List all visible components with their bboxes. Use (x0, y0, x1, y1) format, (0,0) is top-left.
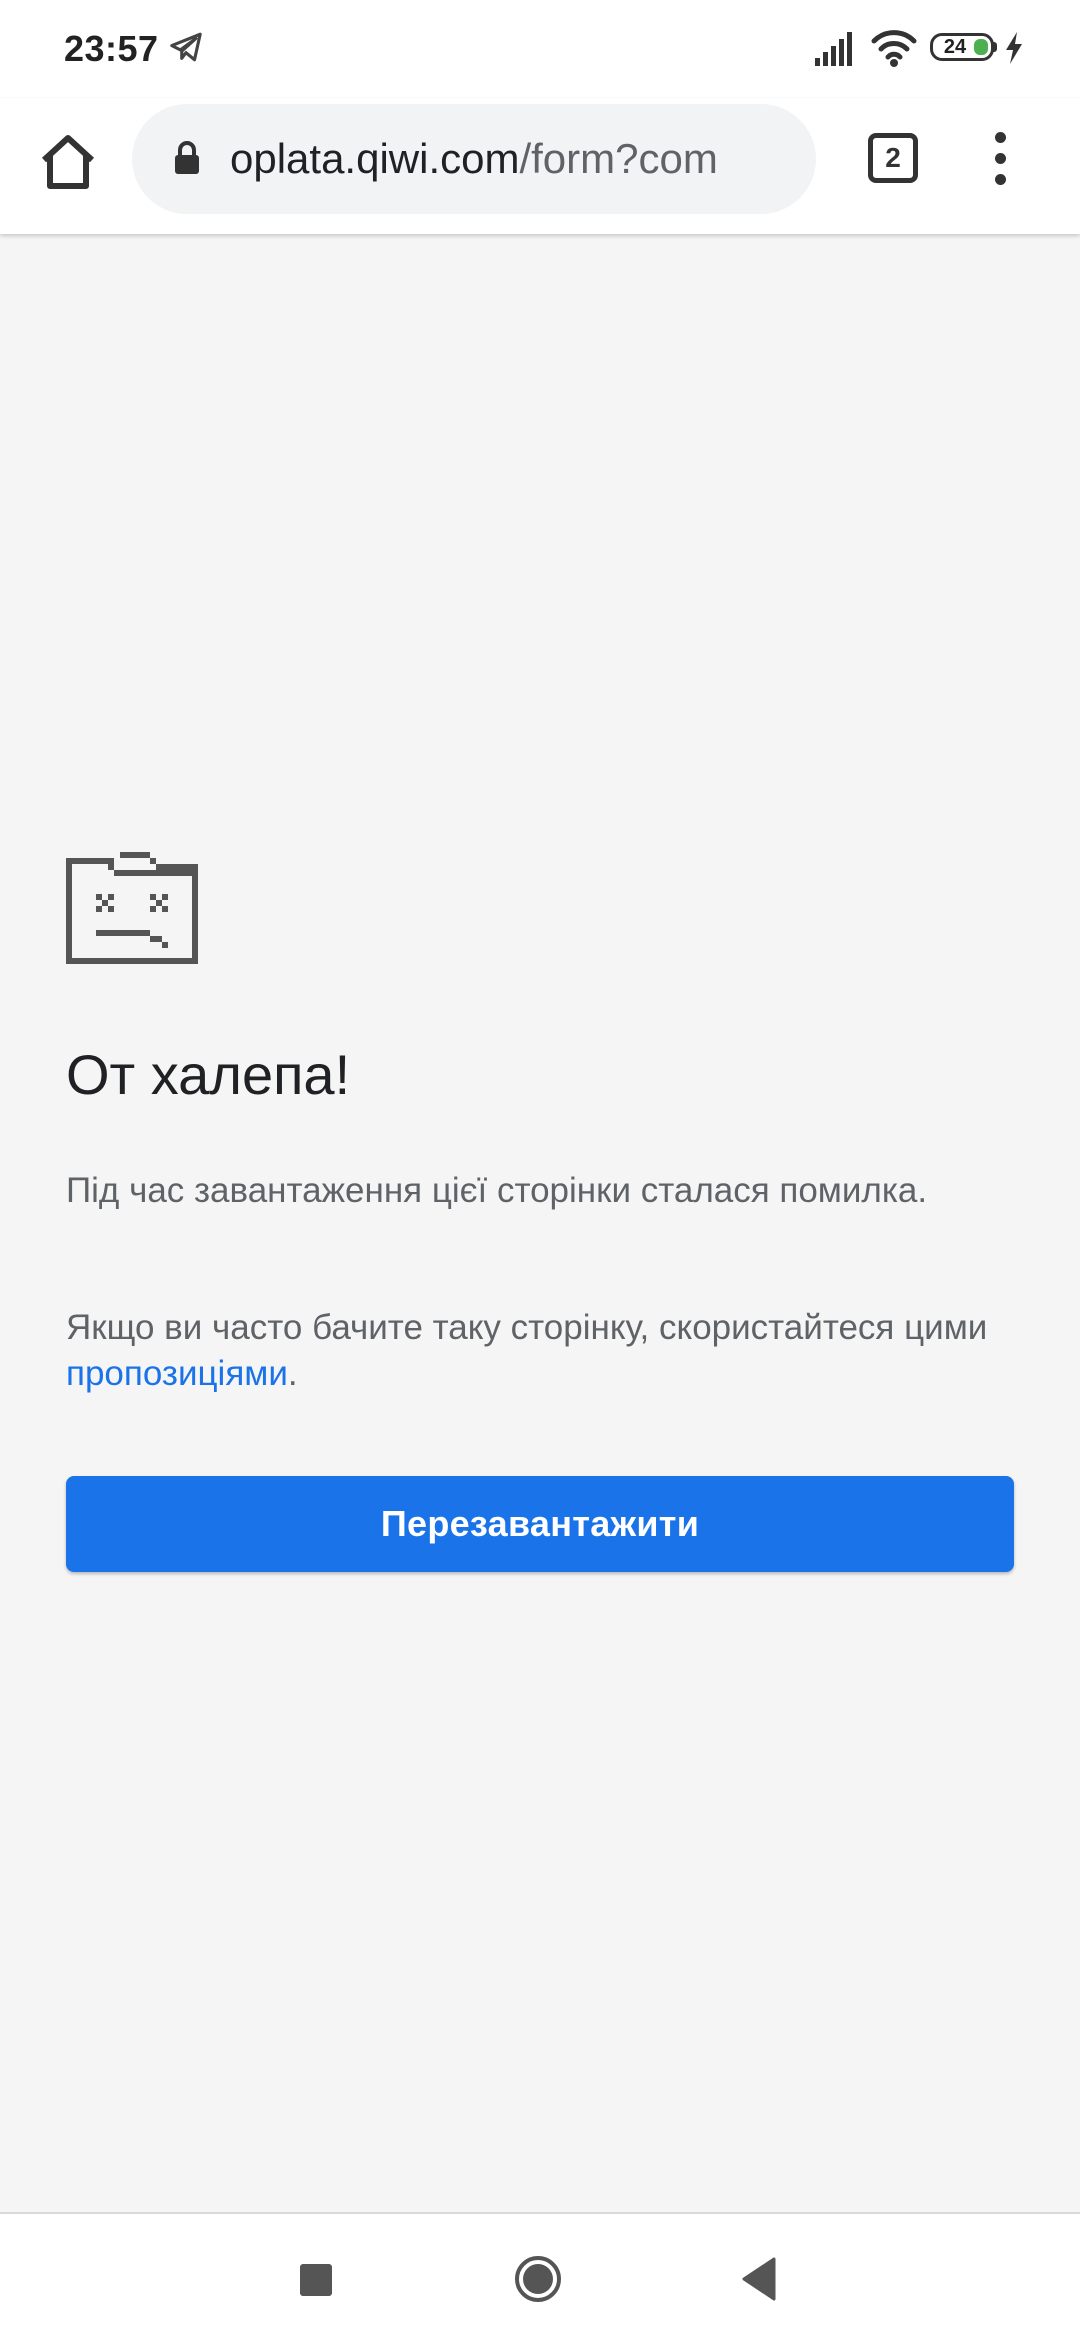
suggestion-suffix: . (287, 1354, 298, 1393)
reload-button[interactable]: Перезавантажити (66, 1476, 1014, 1572)
browser-toolbar: oplata.qiwi.com/form?com 2 (0, 98, 1080, 234)
suggestion-text: Якщо ви часто бачите таку сторінку, скор… (66, 1308, 988, 1347)
signal-icon (815, 32, 852, 66)
system-nav-bar (0, 2212, 1080, 2342)
battery-tip (993, 42, 997, 52)
telegram-icon (170, 32, 202, 62)
suggestions-link[interactable]: пропозиціями (66, 1354, 288, 1393)
sad-tab-icon (66, 852, 198, 964)
error-title: От халепа! (66, 1043, 351, 1106)
menu-dot (995, 132, 1006, 143)
status-time: 23:57 (64, 28, 159, 69)
wifi-icon (871, 30, 917, 67)
home-icon[interactable] (36, 130, 100, 194)
url-text[interactable]: oplata.qiwi.com/form?com (230, 134, 800, 184)
tab-switcher-icon[interactable]: 2 (868, 133, 918, 183)
recents-icon[interactable] (300, 2264, 332, 2296)
url-path: /form?com (519, 135, 718, 182)
menu-dot (995, 174, 1006, 185)
home-icon[interactable] (513, 2254, 563, 2304)
url-host: oplata.qiwi.com (230, 135, 520, 182)
error-suggestion: Якщо ви часто бачите таку сторінку, скор… (66, 1305, 1026, 1397)
tab-count: 2 (885, 142, 901, 173)
back-icon[interactable] (740, 2254, 780, 2304)
more-vert-icon[interactable] (990, 132, 1014, 186)
error-message: Під час завантаження цієї сторінки стала… (66, 1171, 928, 1210)
battery-level: 24 (943, 36, 967, 58)
charging-icon (1006, 32, 1022, 64)
lock-icon (175, 141, 199, 174)
battery-icon: 24 (930, 33, 994, 61)
menu-dot (995, 153, 1006, 164)
status-bar: 23:57 24 (0, 0, 1080, 98)
address-bar[interactable]: oplata.qiwi.com/form?com (132, 104, 816, 214)
